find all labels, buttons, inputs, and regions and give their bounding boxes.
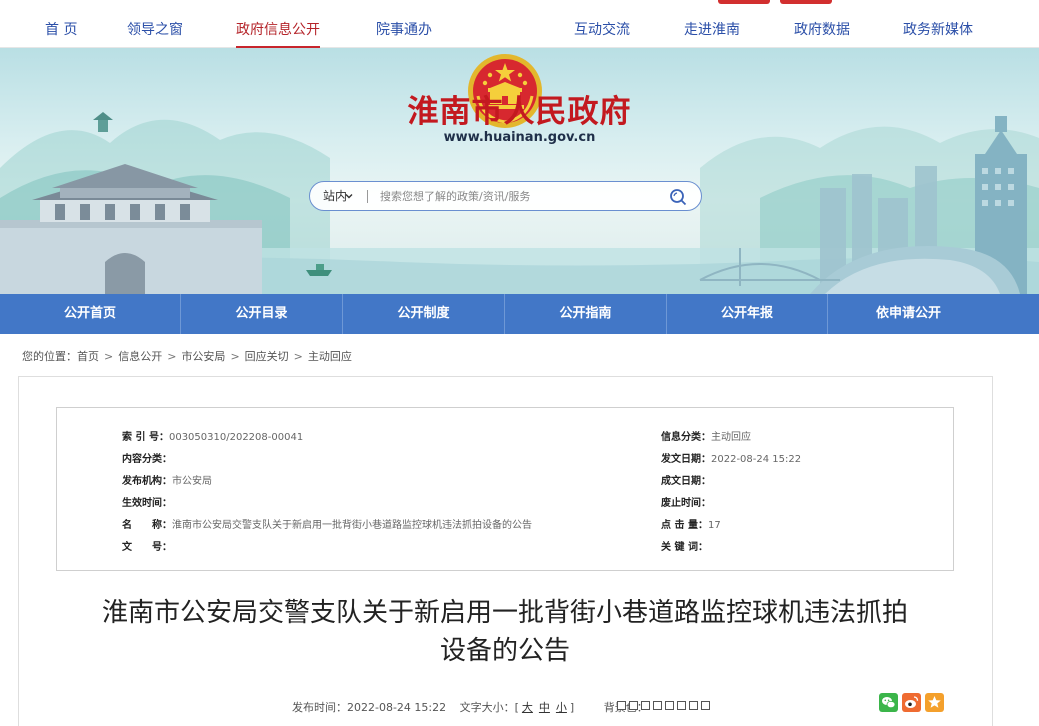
info-effective-time: 生效时间：	[122, 494, 172, 509]
info-written-date: 成文日期：	[661, 472, 711, 487]
breadcrumb-arrow-icon: >	[104, 350, 114, 363]
nav-item-interaction[interactable]: 互动交流	[574, 0, 630, 48]
info-label: 成文日期：	[661, 476, 711, 487]
search-icon[interactable]	[669, 188, 687, 206]
info-label: 发布机构：	[122, 476, 172, 487]
weibo-icon[interactable]	[902, 693, 921, 712]
info-value: 主动回应	[711, 432, 751, 443]
info-value: 市公安局	[172, 476, 212, 487]
search-bar: 站内	[309, 181, 702, 211]
bg-swatch[interactable]	[677, 701, 686, 710]
publish-time: 2022-08-24 15:22	[347, 701, 447, 714]
info-label: 名 称：	[122, 520, 172, 531]
sub-nav: 公开首页 公开目录 公开制度 公开指南 公开年报 依申请公开	[0, 294, 1039, 334]
article-title-line-2: 设备的公告	[439, 636, 570, 666]
breadcrumb-item-home[interactable]: 首页	[77, 348, 99, 364]
search-scope-select[interactable]: 站内	[323, 182, 347, 210]
bg-swatch[interactable]	[629, 701, 638, 710]
info-label: 生效时间：	[122, 498, 172, 509]
tab-disclosure-system[interactable]: 公开制度	[343, 294, 504, 334]
search-divider	[367, 190, 368, 203]
nav-item-about-city[interactable]: 走进淮南	[684, 0, 740, 48]
info-classification: 信息分类：主动回应	[661, 428, 751, 443]
info-value: 17	[707, 520, 721, 531]
info-value: 003050310/202208-00041	[168, 432, 304, 443]
nav-item-leaders[interactable]: 领导之窗	[127, 0, 183, 48]
info-issue-date: 发文日期：2022-08-24 15:22	[661, 450, 801, 465]
nav-item-new-media[interactable]: 政务新媒体	[903, 0, 973, 48]
info-publisher: 发布机构：市公安局	[122, 472, 212, 487]
wechat-icon[interactable]	[879, 693, 898, 712]
info-label: 内容分类：	[122, 454, 172, 465]
bg-swatch[interactable]	[641, 701, 650, 710]
breadcrumb-arrow-icon: >	[230, 350, 240, 363]
breadcrumb-arrow-icon: >	[167, 350, 177, 363]
breadcrumb-item-police[interactable]: 市公安局	[181, 348, 225, 364]
bg-swatch[interactable]	[617, 701, 626, 710]
nav-item-gov-info[interactable]: 政府信息公开	[236, 0, 320, 48]
info-repeal-time: 废止时间：	[661, 494, 711, 509]
tab-disclosure-home[interactable]: 公开首页	[0, 294, 180, 334]
info-click-count: 点 击 量：17	[661, 516, 721, 531]
breadcrumb-arrow-icon: >	[293, 350, 303, 363]
search-input[interactable]	[380, 186, 650, 206]
breadcrumb-prefix: 您的位置：	[22, 350, 77, 363]
tab-disclosure-guide[interactable]: 公开指南	[505, 294, 666, 334]
favorite-star-icon[interactable]	[925, 693, 944, 712]
info-value: 淮南市公安局交警支队关于新启用一批背街小巷道路监控球机违法抓拍设备的公告	[172, 520, 532, 531]
info-label: 文 号：	[122, 542, 172, 553]
info-label: 发文日期：	[661, 454, 711, 465]
breadcrumb-item-info[interactable]: 信息公开	[118, 348, 162, 364]
chevron-down-icon[interactable]	[345, 192, 353, 200]
info-label: 索 引 号：	[122, 432, 169, 443]
site-title: 淮南市人民政府	[407, 94, 632, 130]
bg-swatch[interactable]	[665, 701, 674, 710]
breadcrumb-item-response[interactable]: 回应关切	[245, 348, 289, 364]
nav-item-gov-data[interactable]: 政府数据	[794, 0, 850, 48]
info-label: 信息分类：	[661, 432, 711, 443]
info-value: 2022-08-24 15:22	[711, 454, 802, 465]
info-label: 废止时间：	[661, 498, 711, 509]
article-title: 淮南市公安局交警支队关于新启用一批背街小巷道路监控球机违法抓拍 设备的公告	[40, 594, 970, 670]
nav-item-home[interactable]: 首 页	[45, 0, 77, 48]
banner: 淮南市人民政府 www.huainan.gov.cn 站内	[0, 48, 1039, 294]
bg-swatch[interactable]	[689, 701, 698, 710]
info-index-number: 索 引 号：003050310/202208-00041	[122, 428, 303, 443]
site-domain: www.huainan.gov.cn	[443, 130, 596, 145]
breadcrumb-item-active-response[interactable]: 主动回应	[308, 348, 352, 364]
info-label: 点 击 量：	[661, 520, 708, 531]
font-size-label: 文字大小：[	[459, 701, 519, 714]
top-nav: 首 页 领导之窗 政府信息公开 院事通办 互动交流 走进淮南 政府数据 政务新媒…	[0, 0, 1039, 48]
font-size-large-button[interactable]: 大	[522, 701, 533, 714]
bg-swatch[interactable]	[653, 701, 662, 710]
font-size-medium-button[interactable]: 中	[539, 701, 550, 714]
font-size-small-button[interactable]: 小	[556, 701, 567, 714]
info-content-category: 内容分类：	[122, 450, 172, 465]
info-label: 关 键 词：	[661, 542, 708, 553]
info-keywords: 关 键 词：	[661, 538, 708, 553]
font-size-close-bracket: ]	[569, 701, 575, 714]
info-document-number: 文 号：	[122, 538, 172, 553]
article-title-line-1: 淮南市公安局交警支队关于新启用一批背街小巷道路监控球机违法抓拍	[101, 598, 908, 628]
publish-label: 发布时间：	[292, 701, 347, 714]
article-meta-line: 发布时间：2022-08-24 15:22 文字大小：[大中小] 背景色：	[292, 699, 648, 715]
breadcrumb: 您的位置：首页 > 信息公开 > 市公安局 > 回应关切 > 主动回应	[22, 348, 352, 364]
tab-annual-report[interactable]: 公开年报	[667, 294, 827, 334]
bg-swatch[interactable]	[701, 701, 710, 710]
info-name: 名 称：淮南市公安局交警支队关于新启用一批背街小巷道路监控球机违法抓拍设备的公告	[122, 516, 532, 531]
tab-disclosure-catalog[interactable]: 公开目录	[181, 294, 342, 334]
nav-item-services[interactable]: 院事通办	[376, 0, 432, 48]
tab-apply-disclosure[interactable]: 依申请公开	[828, 294, 989, 334]
